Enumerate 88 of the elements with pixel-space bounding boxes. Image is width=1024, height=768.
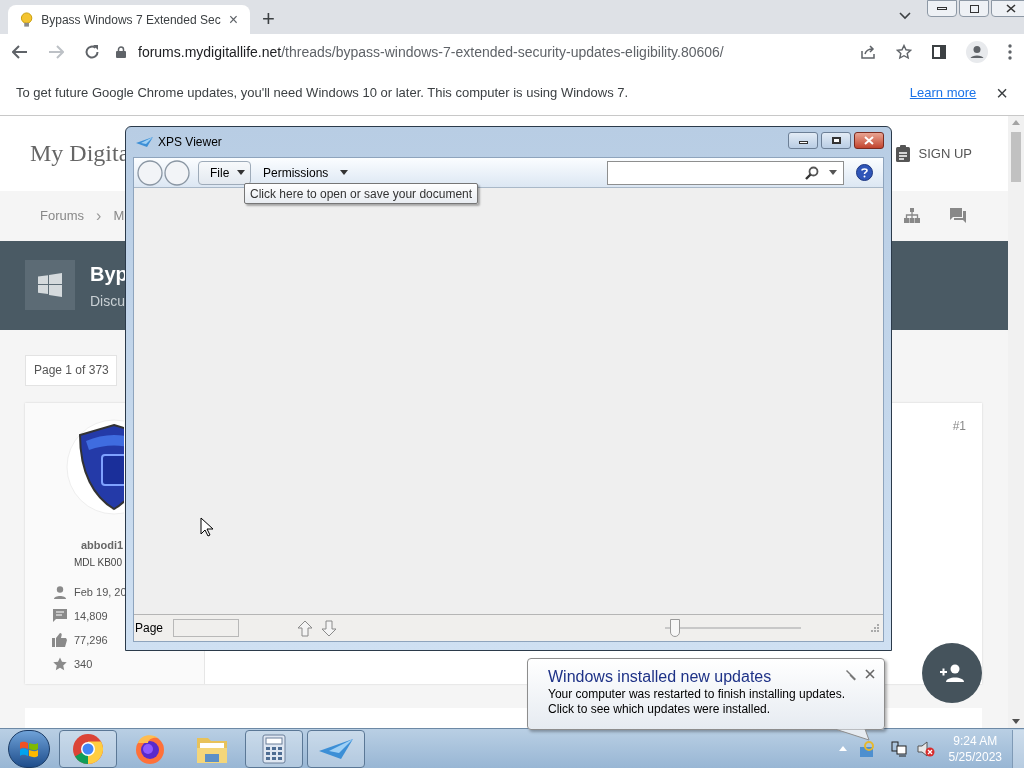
address-bar[interactable]: forums.mydigitallife.net/threads/bypass-windows-7-extended-security-updates-eligibility.80606/ (116, 38, 840, 66)
back-forward-buttons[interactable] (137, 159, 191, 186)
slider-thumb[interactable] (670, 619, 681, 637)
permissions-menu[interactable]: Permissions (257, 160, 355, 185)
taskbar-app[interactable] (59, 729, 117, 768)
close-icon (1006, 4, 1016, 13)
infobar-close[interactable]: × (996, 82, 1008, 103)
clipboard-icon (895, 144, 910, 162)
close-button[interactable] (854, 131, 884, 149)
page-label: Page (135, 620, 164, 637)
mouse-cursor-icon (200, 517, 214, 537)
paper-plane-icon (136, 137, 153, 147)
stat-value: 14,809 (74, 608, 108, 624)
new-tab-button[interactable]: + (262, 8, 275, 30)
close-button[interactable] (991, 0, 1024, 17)
caret-icon (237, 170, 246, 175)
muted-speaker-icon[interactable] (916, 740, 935, 757)
windows-logo-icon (25, 260, 75, 311)
sitemap-icon[interactable] (904, 208, 920, 224)
learn-more-link[interactable]: Learn more (909, 82, 977, 103)
zoom-slider[interactable] (665, 619, 801, 637)
minimize-button[interactable] (788, 131, 818, 149)
breadcrumb-separator: › (96, 205, 102, 226)
chevron-down-icon[interactable] (899, 12, 911, 20)
thumbs-up-icon (52, 633, 67, 648)
next-page-icon[interactable] (321, 619, 338, 637)
notification-text: Click to see which updates were installed. (548, 702, 772, 717)
scroll-down-icon[interactable] (1012, 719, 1020, 724)
close-icon[interactable] (865, 669, 876, 679)
star-icon (52, 657, 67, 672)
taskbar-app[interactable] (307, 729, 365, 768)
breadcrumb-link[interactable]: M (113, 206, 125, 226)
calculator-icon (262, 733, 286, 764)
maximize-button[interactable] (821, 131, 851, 149)
message-icon (52, 609, 67, 624)
stat-value: 340 (74, 656, 93, 672)
side-panel-icon[interactable] (932, 45, 946, 59)
reload-icon[interactable] (84, 44, 100, 60)
search-icon (805, 165, 819, 180)
lightbulb-icon (20, 11, 34, 28)
author-rank: MDL KB00 (74, 556, 122, 571)
taskbar-app[interactable] (245, 729, 303, 768)
start-button[interactable] (8, 729, 50, 768)
notification-balloon[interactable]: Windows installed new updates Your computer was restarted to finish installing updates. Click to see which updates were installed. (527, 658, 885, 730)
balloon-tail (835, 729, 871, 741)
caret-icon (340, 170, 349, 175)
minimize-button[interactable] (927, 0, 957, 17)
thread-subtitle: Discu (90, 291, 126, 311)
tab-title: Bypass Windows 7 Extended Sec (41, 11, 221, 29)
firefox-icon (134, 732, 166, 765)
stat-value: 77,296 (74, 632, 108, 648)
profile-icon[interactable] (966, 41, 988, 63)
tooltip: Click here to open or save your document (244, 183, 479, 204)
chrome-icon (72, 732, 104, 765)
post-number[interactable]: #1 (952, 416, 966, 435)
chat-icon[interactable] (950, 208, 966, 224)
help-icon[interactable] (856, 164, 873, 181)
infobar-message: To get future Google Chrome updates, you'll need Windows 10 or later. This computer is using Windows 7. (16, 83, 630, 102)
add-person-icon (940, 664, 964, 682)
notification-text: Your computer was restarted to finish installing updates. (548, 687, 846, 702)
previous-page-icon[interactable] (297, 619, 314, 637)
author-name[interactable]: abbodi1 (81, 536, 124, 554)
scroll-thumb[interactable] (1011, 132, 1021, 182)
paper-plane-icon (319, 738, 353, 759)
back-icon[interactable] (12, 45, 28, 59)
page-number-field[interactable] (173, 619, 240, 637)
file-menu[interactable]: File (198, 160, 251, 185)
browser-tab[interactable]: Bypass Windows 7 Extended Sec × (8, 5, 250, 34)
tab-close[interactable]: × (228, 11, 238, 28)
lock-icon (116, 46, 126, 58)
star-icon[interactable] (896, 44, 912, 60)
pagination-label: Page 1 of 373 (25, 354, 117, 386)
restore-button[interactable] (959, 0, 989, 17)
more-menu-icon[interactable] (1008, 44, 1012, 60)
close-icon (864, 135, 874, 145)
wrench-icon[interactable] (845, 669, 858, 681)
window-title: XPS Viewer (158, 134, 222, 151)
scrollbar[interactable] (1008, 116, 1024, 728)
caret-icon[interactable] (829, 170, 837, 175)
person-icon (53, 585, 66, 599)
network-icon[interactable] (890, 740, 907, 757)
share-icon[interactable] (860, 45, 876, 59)
windows-logo-icon (19, 739, 39, 758)
sign-up-link[interactable]: SIGN UP (918, 143, 972, 164)
breadcrumb-link[interactable]: Forums (40, 206, 85, 226)
notification-title: Windows installed new updates (548, 667, 773, 687)
search-field[interactable] (607, 160, 844, 185)
resize-grip-icon[interactable] (871, 624, 879, 632)
